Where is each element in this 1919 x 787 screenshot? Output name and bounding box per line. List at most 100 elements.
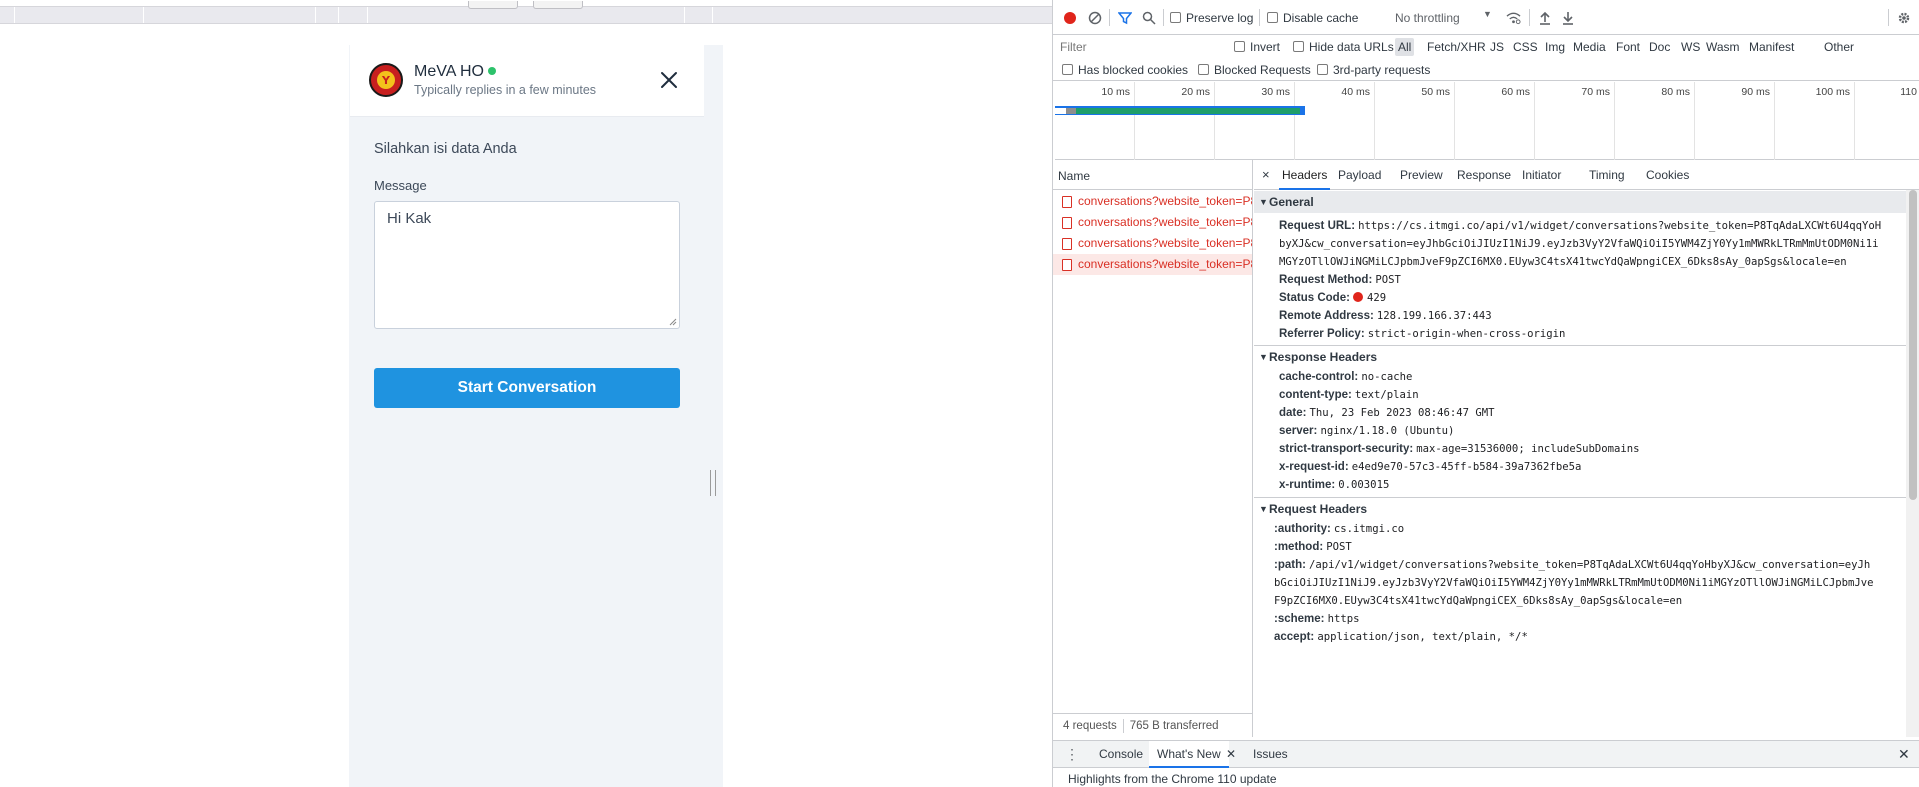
type-filter-media[interactable]: Media [1570,38,1609,56]
resize-handle[interactable] [710,470,716,496]
clear-button[interactable] [1087,10,1102,25]
request-header-authority: :authority: cs.itmgi.co [1274,523,1405,535]
record-icon [1063,11,1076,24]
tab-payload[interactable]: Payload [1338,160,1381,190]
request-row[interactable]: conversations?website_token=P8TqAdaLXCWt… [1053,191,1252,212]
type-filter-other[interactable]: Other [1821,38,1857,56]
timeline-tick-label: 60 ms [1501,86,1530,98]
hide-data-urls-label: Hide data URLs [1309,40,1394,54]
strip-button[interactable] [468,1,518,9]
blocked-requests-label: Blocked Requests [1214,63,1311,77]
type-filter-wasm[interactable]: Wasm [1703,38,1743,56]
type-filter-all[interactable]: All [1395,38,1415,56]
type-filter-fetch-xhr[interactable]: Fetch/XHR [1424,38,1489,56]
response-header-line: content-type: text/plain [1279,389,1419,401]
strip-button[interactable] [533,1,583,9]
response-header-line: x-runtime: 0.003015 [1279,479,1390,491]
response-header-line: x-request-id: e4ed9e70-57c3-45ff-b584-39… [1279,461,1582,473]
settings-button[interactable] [1896,10,1911,25]
response-header-line: strict-transport-security: max-age=31536… [1279,443,1640,455]
tab-initiator[interactable]: Initiator [1522,160,1561,190]
start-conversation-button[interactable]: Start Conversation [374,368,680,408]
disable-cache-checkbox[interactable] [1267,12,1278,23]
response-header-line: date: Thu, 23 Feb 2023 08:46:47 GMT [1279,407,1495,419]
export-har-button[interactable] [1560,10,1575,25]
drawer-tab-issues[interactable]: Issues [1245,741,1296,768]
document-icon [1062,238,1072,250]
online-status-dot [487,66,496,75]
status-error-icon [1352,292,1363,303]
close-whats-new-button[interactable]: ✕ [1226,741,1236,768]
download-icon [1562,11,1573,25]
expand-triangle-icon: ▼ [1259,504,1268,514]
third-party-checkbox[interactable] [1317,64,1328,75]
network-conditions-button[interactable] [1506,10,1521,25]
request-url-cont: byXJ&cw_conversation=eyJhbGciOiJIUzI1NiJ… [1279,238,1879,250]
wifi-settings-icon [1506,12,1521,24]
request-row[interactable]: conversations?website_token=P8TqAdaLXCWt… [1053,233,1252,254]
tab-cookies[interactable]: Cookies [1646,160,1689,190]
filter-button[interactable] [1117,10,1132,25]
message-textarea[interactable]: Hi Kak [374,201,680,329]
avatar: Y [369,63,403,97]
throttling-select[interactable]: No throttling [1395,11,1460,25]
response-headers-section-header[interactable]: ▼ Response Headers [1254,346,1906,368]
request-row[interactable]: conversations?website_token=P8TqAdaLXCWt… [1053,212,1252,233]
timeline-tick-label: 40 ms [1341,86,1370,98]
form-intro: Silahkan isi data Anda [374,141,517,157]
clear-icon [1088,11,1101,24]
tab-headers[interactable]: Headers [1279,160,1331,190]
type-filter-img[interactable]: Img [1542,38,1568,56]
has-blocked-cookies-checkbox[interactable] [1062,64,1073,75]
record-button[interactable] [1062,10,1077,25]
network-timeline[interactable]: 10 ms 20 ms 30 ms 40 ms 50 ms 60 ms 70 m… [1055,82,1919,160]
preserve-log-label: Preserve log [1186,11,1254,25]
tab-response[interactable]: Response [1457,160,1511,190]
response-header-line: cache-control: no-cache [1279,371,1413,383]
agent-status: Typically replies in a few minutes [414,83,597,97]
type-filter-ws[interactable]: WS [1678,38,1703,56]
drawer-tab-whats-new[interactable]: What's New [1149,741,1229,768]
type-filter-js[interactable]: JS [1487,38,1507,56]
timeline-tick-label: 20 ms [1181,86,1210,98]
details-scrollbar[interactable] [1906,190,1919,737]
network-toolbar: Preserve log Disable cache No throttling… [1053,0,1919,35]
timeline-tick-label: 70 ms [1581,86,1610,98]
logo-icon: Y [377,71,395,89]
drawer-menu-button[interactable]: ⋮ [1065,741,1079,768]
import-har-button[interactable] [1537,10,1552,25]
request-url-line: Request URL: https://cs.itmgi.co/api/v1/… [1279,220,1882,232]
close-button[interactable] [657,68,681,92]
type-filter-font[interactable]: Font [1613,38,1643,56]
filter-input[interactable]: Filter [1056,37,1220,56]
name-column-header[interactable]: Name [1053,160,1253,190]
invert-checkbox[interactable] [1234,41,1245,52]
close-drawer-button[interactable]: ✕ [1898,741,1910,768]
message-label: Message [374,178,427,193]
drawer-tab-console[interactable]: Console [1091,741,1151,768]
scrollbar-thumb[interactable] [1909,190,1917,500]
type-filter-manifest[interactable]: Manifest [1746,38,1797,56]
close-details-button[interactable]: × [1262,160,1270,190]
request-header-path-cont: bGciOiJIUzI1NiJ9.eyJzb3VyY2VfaWQiOiI5YWM… [1274,577,1874,589]
resize-grip-icon[interactable] [669,318,677,326]
search-button[interactable] [1141,10,1156,25]
request-headers-section-header[interactable]: ▼ Request Headers [1254,498,1906,520]
general-section-header[interactable]: ▼ General [1254,191,1906,213]
timeline-tick-label: 100 ms [1815,86,1850,98]
tab-timing[interactable]: Timing [1589,160,1625,190]
hide-data-urls-checkbox[interactable] [1293,41,1304,52]
type-filter-doc[interactable]: Doc [1646,38,1673,56]
expand-triangle-icon: ▼ [1259,352,1268,362]
request-header-scheme: :scheme: https [1274,613,1360,625]
type-filter-css[interactable]: CSS [1510,38,1541,56]
blocked-requests-checkbox[interactable] [1198,64,1209,75]
chevron-down-icon[interactable]: ▼ [1483,9,1492,19]
tab-preview[interactable]: Preview [1400,160,1443,190]
preserve-log-checkbox[interactable] [1170,12,1181,23]
request-row-selected[interactable]: conversations?website_token=P8TqAdaLXCWt… [1053,254,1252,275]
whats-new-content: Highlights from the Chrome 110 update [1068,772,1277,786]
search-icon [1142,11,1156,25]
third-party-label: 3rd-party requests [1333,63,1431,77]
widget-header: Y MeVA HO Typically replies in a few min… [350,45,704,117]
